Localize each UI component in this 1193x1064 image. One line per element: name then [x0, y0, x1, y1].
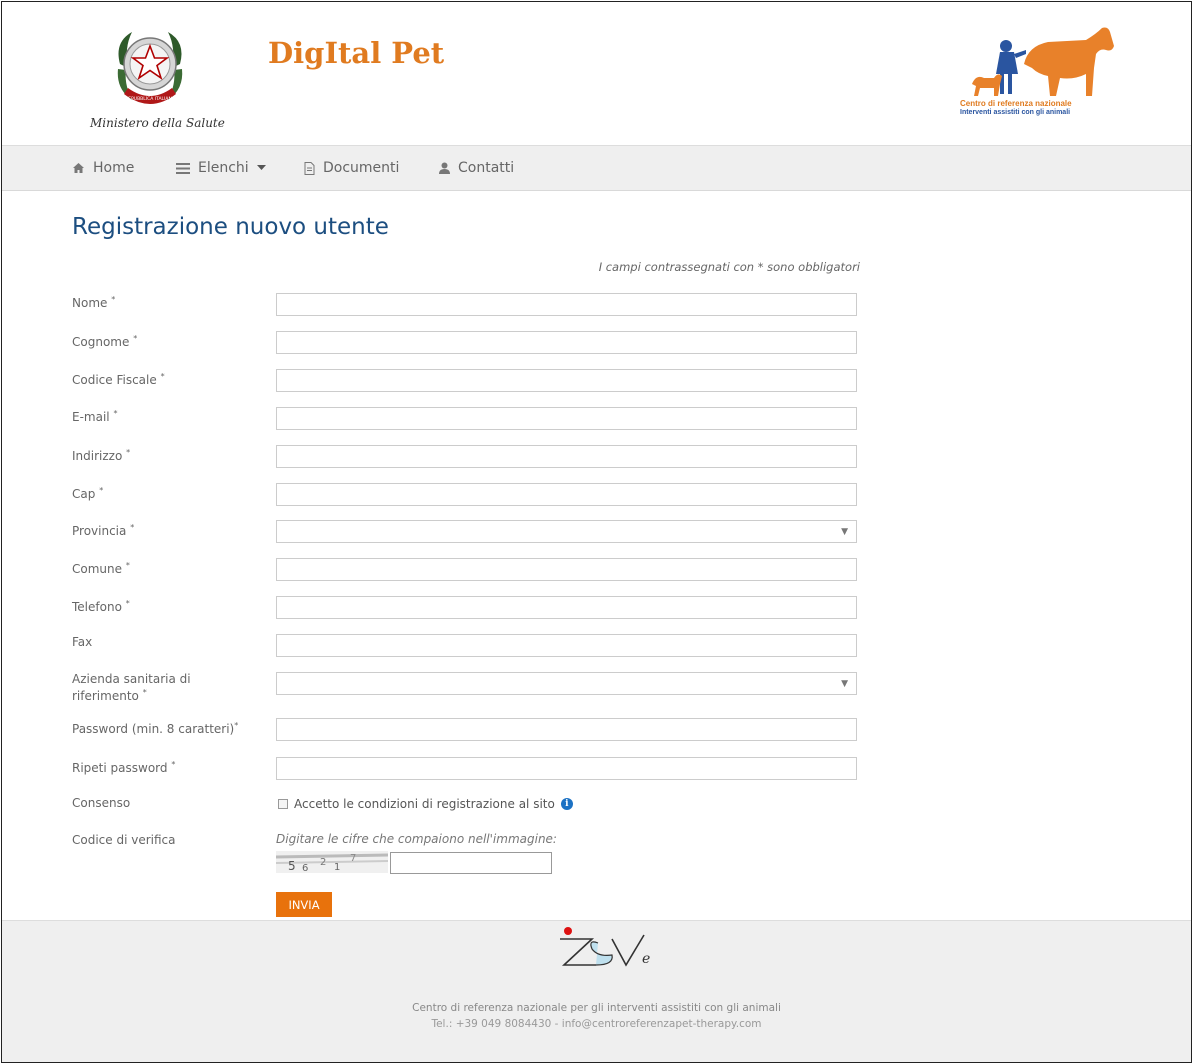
nav-item-home[interactable]: Home [72, 160, 134, 176]
label-cap: Cap * [72, 486, 104, 501]
provincia-select[interactable]: ▼ [276, 520, 857, 543]
main-navbar: Home Elenchi Documenti Contatti [2, 145, 1191, 191]
label-codice-verifica: Codice di verifica [72, 833, 176, 847]
document-icon [304, 161, 315, 175]
nav-item-label: Contatti [458, 160, 515, 176]
captcha-digit: 2 [320, 857, 326, 868]
cap-field[interactable] [276, 483, 857, 506]
info-icon[interactable]: i [560, 798, 573, 810]
azienda-sanitaria-select[interactable]: ▼ [276, 672, 857, 695]
captcha-hint: Digitare le cifre che compaiono nell'imm… [276, 832, 557, 846]
label-ripeti-password: Ripeti password * [72, 760, 176, 775]
label-email: E-mail * [72, 409, 118, 424]
telefono-field[interactable] [276, 596, 857, 619]
consent-text: Accetto le condizioni di registrazione a… [294, 797, 555, 811]
app-title[interactable]: DigItal Pet [268, 36, 444, 70]
label-consenso: Consenso [72, 796, 131, 810]
footer-org-name: Centro di referenza nazionale per gli in… [412, 1002, 781, 1014]
label-codice-fiscale: Codice Fiscale * [72, 372, 165, 387]
password-field[interactable] [276, 718, 857, 741]
label-provincia: Provincia * [72, 523, 135, 538]
page-frame: REPUBBLICA ITALIANA Ministero della Salu… [1, 1, 1192, 1063]
label-comune: Comune * [72, 561, 130, 576]
nav-item-elenchi[interactable]: Elenchi [176, 160, 266, 176]
label-indirizzo: Indirizzo * [72, 448, 131, 463]
nome-field[interactable] [276, 293, 857, 316]
submit-button[interactable]: INVIA [276, 892, 332, 917]
select-arrow-icon: ▼ [841, 679, 848, 689]
consent-row: Accetto le condizioni di registrazione a… [278, 797, 573, 811]
label-telefono: Telefono * [72, 599, 130, 614]
partner-name-line2: Interventi assistiti con gli animali [960, 109, 1071, 116]
ripeti-password-field[interactable] [276, 757, 857, 780]
svg-text:e: e [642, 951, 650, 967]
label-fax: Fax [72, 635, 93, 649]
captcha-image: 5 6 2 1 7 [276, 851, 388, 873]
site-header: REPUBBLICA ITALIANA Ministero della Salu… [2, 2, 1191, 145]
ministry-name: Ministero della Salute [90, 116, 225, 130]
label-password: Password (min. 8 caratteri)* [72, 721, 239, 736]
captcha-input[interactable] [390, 852, 552, 874]
home-icon [73, 163, 84, 173]
page-title: Registrazione nuovo utente [72, 214, 389, 240]
email-field[interactable] [276, 407, 857, 430]
captcha-digit: 7 [350, 853, 356, 864]
nav-item-label: Elenchi [198, 160, 249, 176]
partner-logo-horse-dog-child-icon [972, 27, 1114, 96]
list-icon [176, 162, 190, 174]
required-fields-note: I campi contrassegnati con * sono obblig… [598, 260, 860, 274]
cognome-field[interactable] [276, 331, 857, 354]
captcha-digit: 6 [302, 863, 308, 873]
nav-item-documenti[interactable]: Documenti [304, 160, 399, 176]
codice-fiscale-field[interactable] [276, 369, 857, 392]
captcha-digit: 5 [288, 859, 296, 873]
label-cognome: Cognome * [72, 334, 138, 349]
consent-checkbox[interactable] [278, 799, 288, 809]
comune-field[interactable] [276, 558, 857, 581]
emblem-text: REPUBBLICA ITALIANA [125, 96, 176, 102]
nav-item-label: Documenti [323, 160, 400, 176]
italian-republic-emblem-icon: REPUBBLICA ITALIANA [117, 32, 183, 104]
indirizzo-field[interactable] [276, 445, 857, 468]
partner-name-line1: Centro di referenza nazionale [960, 99, 1072, 108]
footer-contacts[interactable]: Tel.: +39 049 8084430 - info@centrorefer… [2, 1018, 1191, 1030]
nav-item-label: Home [93, 160, 135, 176]
fax-field[interactable] [276, 634, 857, 657]
nav-item-contatti[interactable]: Contatti [439, 160, 514, 176]
izsve-logo-icon: e [560, 927, 650, 967]
select-arrow-icon: ▼ [841, 527, 848, 537]
captcha-digit: 1 [334, 862, 340, 873]
label-nome: Nome * [72, 295, 116, 310]
label-azienda-sanitaria: Azienda sanitaria di riferimento * [72, 672, 191, 703]
user-icon [439, 162, 450, 174]
caret-down-icon [256, 165, 266, 170]
